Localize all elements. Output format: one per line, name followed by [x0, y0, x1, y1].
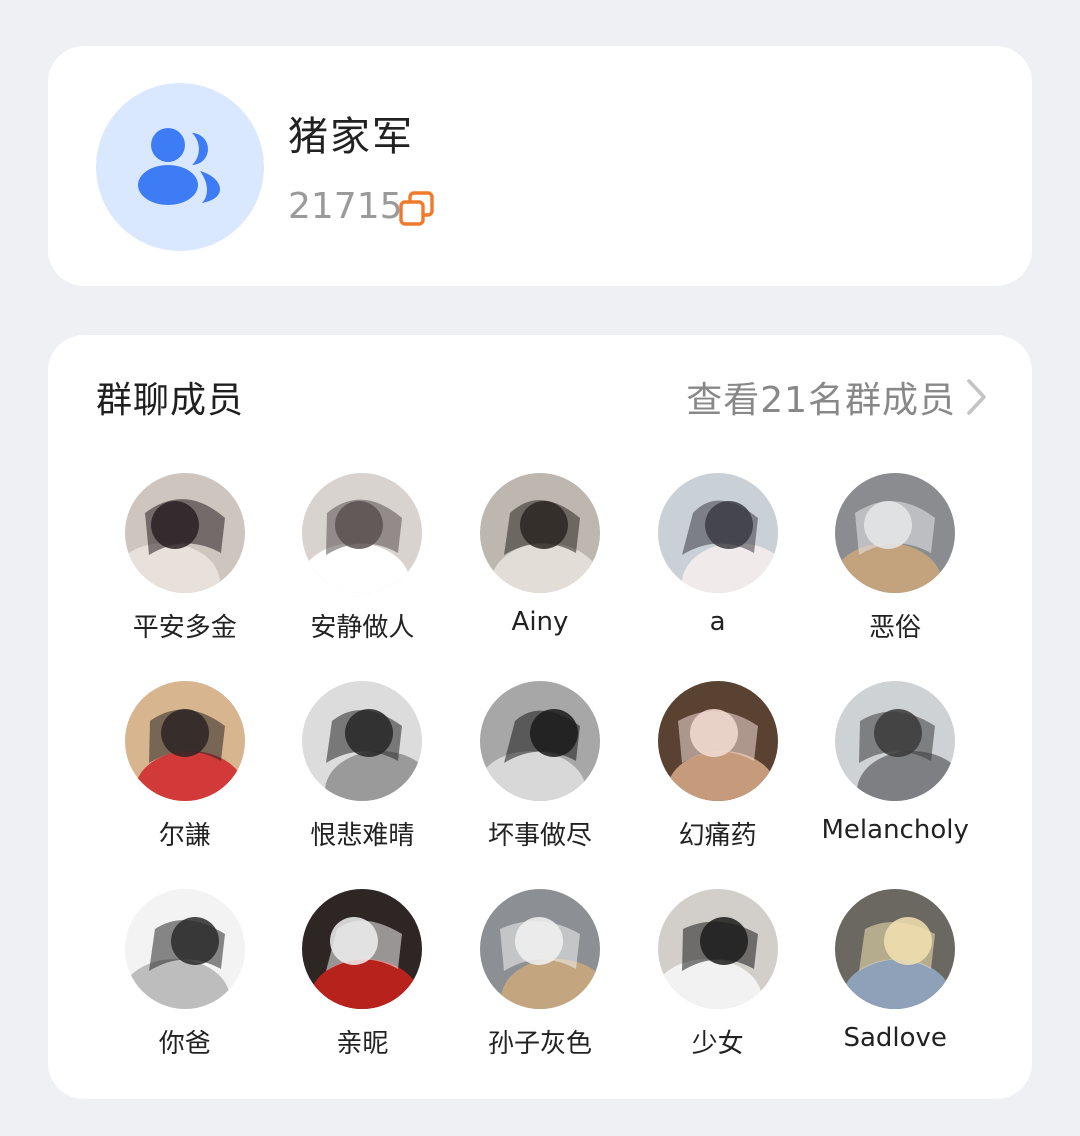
member-avatar — [479, 681, 600, 801]
member-item[interactable]: 孙子灰色 — [451, 889, 629, 1097]
copy-icon[interactable] — [398, 190, 436, 228]
member-avatar — [124, 889, 245, 1009]
member-name: 少女 — [691, 1029, 744, 1059]
member-avatar — [657, 889, 778, 1009]
member-item[interactable]: 平安多金 — [96, 473, 274, 681]
member-avatar — [302, 889, 423, 1009]
member-grid: 平安多金 安静做人 Ainy a 恶俗尔謙 恨悲难晴 坏事做尽 幻痛药 Melancholy 你爸… — [96, 473, 984, 1097]
group-avatar[interactable] — [96, 83, 264, 251]
member-item[interactable]: 尔謙 — [96, 681, 274, 889]
member-name: 坏事做尽 — [487, 821, 592, 851]
member-name: Melancholy — [821, 815, 969, 845]
member-item[interactable]: Sadlove — [806, 889, 984, 1097]
member-avatar — [302, 681, 423, 801]
member-name: 恶俗 — [869, 613, 922, 643]
group-people-icon — [138, 128, 220, 205]
member-name: a — [709, 607, 726, 637]
member-name: Ainy — [511, 607, 569, 637]
member-item[interactable]: a — [629, 473, 807, 681]
member-item[interactable]: 坏事做尽 — [451, 681, 629, 889]
member-avatar — [479, 889, 600, 1009]
member-name: 幻痛药 — [678, 821, 757, 851]
members-card: 群聊成员 查看21名群成员 平安多金 安静做人 Ainy a 恶俗尔謙 恨悲难晴 坏事做尽 幻… — [48, 335, 1032, 1099]
member-name: 孙子灰色 — [487, 1029, 592, 1059]
member-item[interactable]: Ainy — [451, 473, 629, 681]
group-id: 21715 — [288, 186, 403, 227]
chevron-right-icon — [967, 379, 986, 415]
member-avatar — [124, 681, 245, 801]
view-all-members-label: 查看21名群成员 — [686, 380, 956, 421]
member-avatar — [479, 473, 600, 593]
member-name: 亲昵 — [336, 1029, 389, 1059]
member-name: Sadlove — [843, 1023, 947, 1053]
member-name: 尔謙 — [158, 821, 211, 851]
members-section-title: 群聊成员 — [96, 380, 245, 421]
member-item[interactable]: 幻痛药 — [629, 681, 807, 889]
member-item[interactable]: Melancholy — [806, 681, 984, 889]
member-item[interactable]: 少女 — [629, 889, 807, 1097]
member-avatar — [657, 681, 778, 801]
member-avatar — [835, 473, 956, 593]
member-item[interactable]: 恨悲难晴 — [274, 681, 452, 889]
member-name: 你爸 — [158, 1029, 211, 1059]
member-avatar — [302, 473, 423, 593]
member-avatar — [835, 889, 956, 1009]
member-avatar — [835, 681, 956, 801]
member-avatar — [124, 473, 245, 593]
member-avatar — [657, 473, 778, 593]
member-item[interactable]: 你爸 — [96, 889, 274, 1097]
member-item[interactable]: 恶俗 — [806, 473, 984, 681]
member-name: 恨悲难晴 — [310, 821, 415, 851]
member-item[interactable]: 亲昵 — [274, 889, 452, 1097]
member-name: 平安多金 — [132, 613, 237, 643]
view-all-members-button[interactable]: 查看21名群成员 — [686, 371, 988, 423]
group-info-card: 猪家军 21715 — [48, 46, 1032, 286]
member-item[interactable]: 安静做人 — [274, 473, 452, 681]
group-name: 猪家军 — [288, 114, 414, 160]
member-name: 安静做人 — [310, 613, 415, 643]
